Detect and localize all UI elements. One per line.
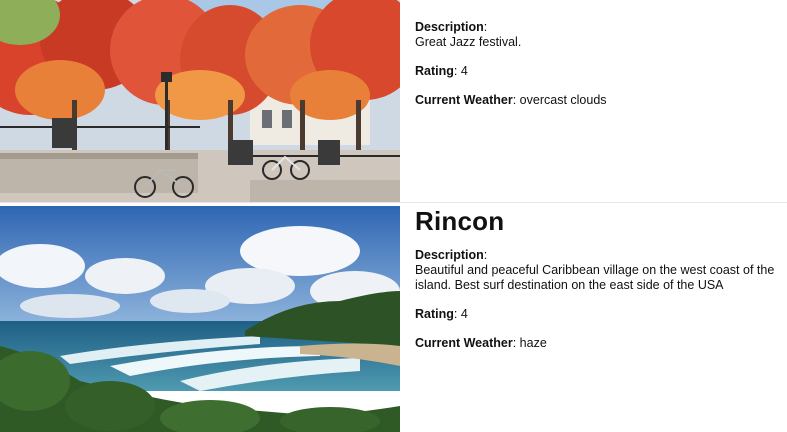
description-text: Great Jazz festival.	[415, 35, 522, 49]
description-text: Beautiful and peaceful Caribbean village…	[415, 263, 775, 292]
place-title: Rincon	[415, 206, 505, 236]
rating-field: Rating: 4	[415, 64, 468, 78]
weather-value: haze	[519, 336, 547, 350]
weather-field: Current Weather: haze	[415, 336, 547, 350]
destination-card: Description: Great Jazz festival. Rating…	[0, 0, 787, 203]
description-label: Description	[415, 20, 484, 34]
destination-photo	[0, 0, 400, 202]
rating-value: 4	[460, 64, 468, 78]
weather-label: Current Weather	[415, 93, 513, 107]
destination-photo	[0, 206, 400, 432]
rating-label: Rating	[415, 307, 454, 321]
weather-field: Current Weather: overcast clouds	[415, 93, 607, 107]
rating-field: Rating: 4	[415, 307, 468, 321]
rating-label: Rating	[415, 64, 454, 78]
description-field: Description: Great Jazz festival.	[415, 20, 783, 50]
weather-label: Current Weather	[415, 336, 513, 350]
rating-value: 4	[460, 307, 468, 321]
autumn-street-image	[0, 0, 400, 202]
weather-value: overcast clouds	[519, 93, 607, 107]
beach-image	[0, 206, 400, 432]
destination-info: Rincon Description: Beautiful and peacef…	[400, 206, 787, 432]
destination-info: Description: Great Jazz festival. Rating…	[400, 0, 787, 202]
description-label: Description	[415, 248, 484, 262]
description-field: Description: Beautiful and peaceful Cari…	[415, 248, 783, 293]
destination-card: Rincon Description: Beautiful and peacef…	[0, 206, 787, 432]
